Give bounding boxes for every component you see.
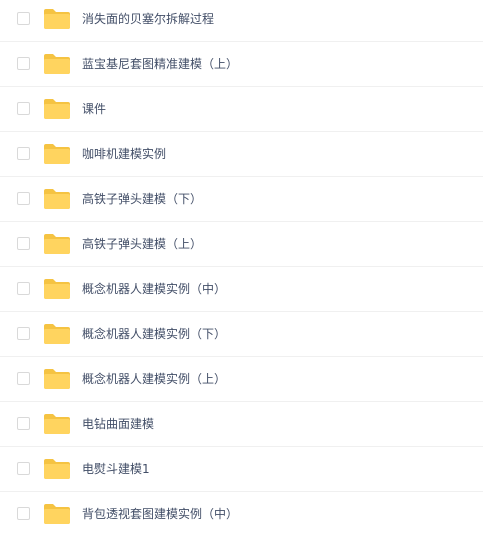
folder-icon	[44, 54, 70, 74]
folder-icon	[44, 189, 70, 209]
select-checkbox[interactable]	[17, 192, 30, 205]
list-item[interactable]: 电钻曲面建模	[0, 402, 483, 447]
folder-icon	[44, 234, 70, 254]
file-name[interactable]: 概念机器人建模实例（中）	[82, 267, 226, 311]
list-item[interactable]: 消失面的贝塞尔拆解过程	[0, 0, 483, 42]
select-checkbox[interactable]	[17, 102, 30, 115]
list-item[interactable]: 高铁子弹头建模（下）	[0, 177, 483, 222]
folder-icon	[44, 369, 70, 389]
select-checkbox[interactable]	[17, 147, 30, 160]
file-list: 消失面的贝塞尔拆解过程 蓝宝基尼套图精准建模（上） 课件 咖啡机建模实例 高铁子…	[0, 0, 483, 536]
folder-icon	[44, 459, 70, 479]
select-checkbox[interactable]	[17, 12, 30, 25]
folder-icon	[44, 414, 70, 434]
select-checkbox[interactable]	[17, 327, 30, 340]
select-checkbox[interactable]	[17, 372, 30, 385]
file-name[interactable]: 高铁子弹头建模（上）	[82, 222, 202, 266]
list-item[interactable]: 咖啡机建模实例	[0, 132, 483, 177]
file-name[interactable]: 电钻曲面建模	[82, 402, 154, 446]
folder-icon	[44, 144, 70, 164]
file-name[interactable]: 电熨斗建模1	[82, 447, 150, 491]
file-name[interactable]: 课件	[82, 87, 106, 131]
list-item[interactable]: 电熨斗建模1	[0, 447, 483, 492]
file-name[interactable]: 咖啡机建模实例	[82, 132, 166, 176]
list-item[interactable]: 概念机器人建模实例（中）	[0, 267, 483, 312]
list-item[interactable]: 概念机器人建模实例（上）	[0, 357, 483, 402]
file-name[interactable]: 背包透视套图建模实例（中）	[82, 492, 238, 536]
file-name[interactable]: 概念机器人建模实例（上）	[82, 357, 226, 401]
folder-icon	[44, 9, 70, 29]
select-checkbox[interactable]	[17, 507, 30, 520]
list-item[interactable]: 背包透视套图建模实例（中）	[0, 492, 483, 536]
list-item[interactable]: 课件	[0, 87, 483, 132]
folder-icon	[44, 99, 70, 119]
folder-icon	[44, 324, 70, 344]
file-name[interactable]: 概念机器人建模实例（下）	[82, 312, 226, 356]
list-item[interactable]: 概念机器人建模实例（下）	[0, 312, 483, 357]
folder-icon	[44, 504, 70, 524]
file-name[interactable]: 高铁子弹头建模（下）	[82, 177, 202, 221]
select-checkbox[interactable]	[17, 237, 30, 250]
select-checkbox[interactable]	[17, 417, 30, 430]
list-item[interactable]: 蓝宝基尼套图精准建模（上）	[0, 42, 483, 87]
folder-icon	[44, 279, 70, 299]
file-name[interactable]: 消失面的贝塞尔拆解过程	[82, 0, 214, 41]
file-name[interactable]: 蓝宝基尼套图精准建模（上）	[82, 42, 238, 86]
list-item[interactable]: 高铁子弹头建模（上）	[0, 222, 483, 267]
select-checkbox[interactable]	[17, 57, 30, 70]
select-checkbox[interactable]	[17, 282, 30, 295]
select-checkbox[interactable]	[17, 462, 30, 475]
